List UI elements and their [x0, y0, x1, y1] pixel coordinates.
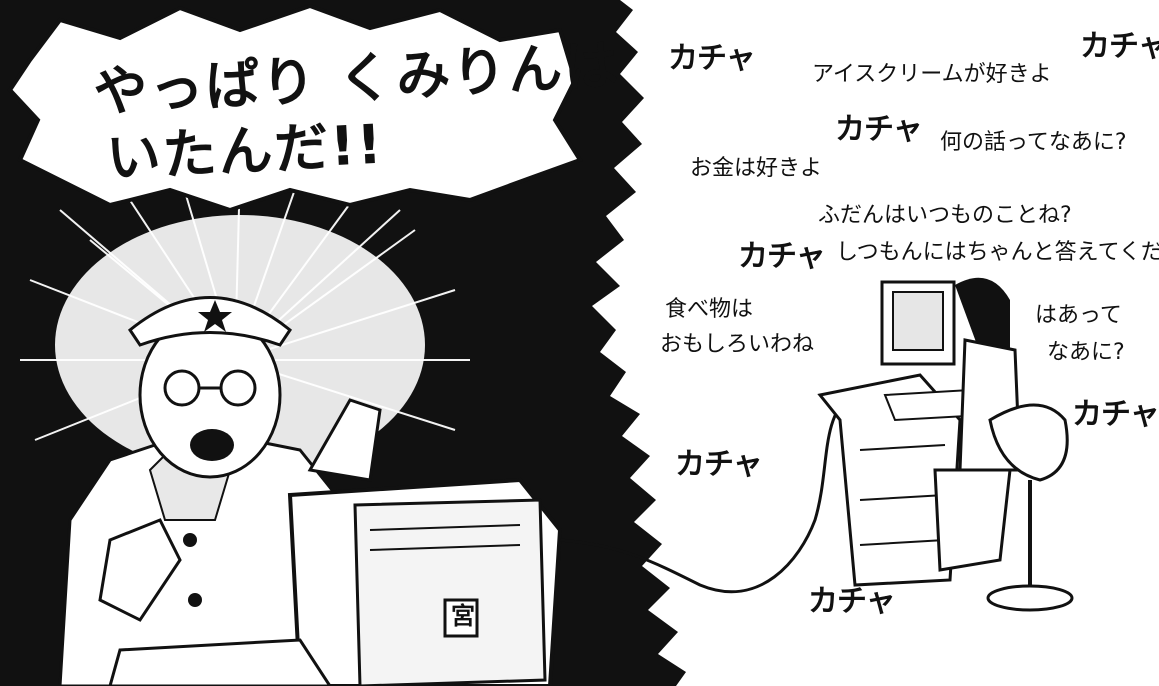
dialogue-food-2: おもしろいわね: [660, 332, 815, 357]
sfx-click: カチャ: [1072, 397, 1159, 432]
dialogue-money: お金は好きよ: [690, 156, 823, 181]
foreground-monitor: [287, 477, 563, 686]
dialogue-food-1: 食べ物は: [665, 297, 754, 322]
sfx-click: カチャ: [1080, 29, 1159, 64]
dialogue-answer-properly: しつもんにはちゃんと答えてください: [836, 240, 1159, 265]
sfx-click: カチャ: [738, 239, 826, 274]
dialogue-what-talk: 何の話ってなあに?: [940, 130, 1127, 155]
sfx-click: カチャ: [675, 447, 763, 482]
monitor-label: 宮: [451, 602, 475, 630]
dialogue-huh-2: なあに?: [1047, 340, 1125, 365]
sfx-click: カチャ: [668, 41, 756, 76]
dialogue-usual: ふだんはいつものことね?: [818, 203, 1072, 228]
dialogue-huh-1: はあって: [1035, 303, 1122, 328]
sfx-click: カチャ: [808, 584, 896, 619]
sfx-click: カチャ: [835, 112, 923, 147]
dialogue-ice-cream: アイスクリームが好きよ: [812, 62, 1052, 87]
